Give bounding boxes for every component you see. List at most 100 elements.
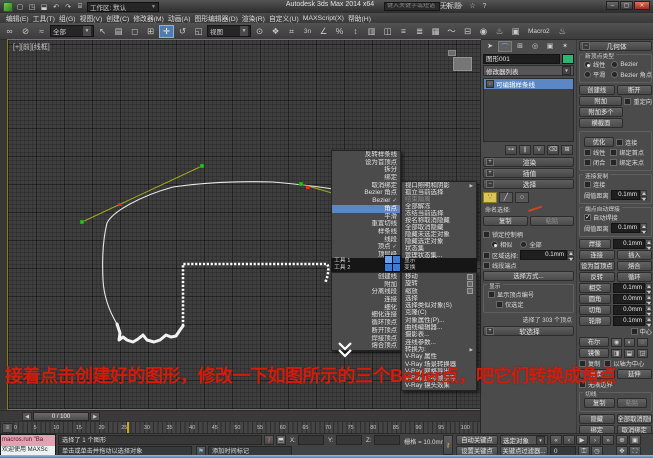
boolean-union-icon[interactable]: ◉ — [611, 338, 622, 347]
boolean-subtract-icon[interactable]: ◐ — [624, 338, 635, 347]
auto-weld-threshold-spinner[interactable]: 0.1mm — [611, 223, 647, 233]
project-folder-icon[interactable]: ⌸ — [75, 2, 85, 12]
select-and-link-icon[interactable]: ∞ — [2, 25, 17, 38]
vertex-subobject-icon[interactable]: ∵ — [483, 192, 497, 203]
open-file-icon[interactable]: ◳ — [27, 2, 37, 12]
object-name-field[interactable]: 图形001 — [483, 54, 560, 64]
menu-item-detach-segment[interactable]: 分离线段 — [332, 288, 400, 296]
unhide-all-button[interactable]: 全部取消隐藏 — [617, 414, 653, 424]
go-to-start-icon[interactable]: « — [550, 435, 562, 445]
spline-subobject-icon[interactable]: ○ — [515, 192, 529, 203]
help-icon[interactable]: ? — [479, 2, 490, 11]
menu-graph-editors[interactable]: 图形编辑器(D) — [195, 13, 238, 23]
bind-first-checkbox[interactable] — [610, 149, 617, 156]
modifier-stack[interactable]: ◦ 可编辑样条线 — [483, 78, 574, 142]
menu-item-break-vertices[interactable]: 断开顶点 — [332, 327, 400, 335]
scale-settings-icon[interactable] — [467, 288, 473, 294]
mirror-both-icon[interactable]: ◲ — [637, 349, 648, 358]
create-line-button[interactable]: 创建线 — [579, 85, 615, 95]
graphite-ribbon-icon[interactable]: ▦ — [428, 25, 443, 38]
spinner-snap-icon[interactable]: ↕ — [348, 25, 363, 38]
show-end-result-icon[interactable]: ∥ — [519, 145, 531, 155]
menu-item-select-similar[interactable]: 选择类似对象(S) — [402, 302, 476, 309]
z-coordinate-field[interactable] — [374, 435, 400, 445]
mirror-horizontal-icon[interactable]: ◨ — [611, 349, 622, 358]
go-to-end-icon[interactable]: » — [602, 435, 614, 445]
selection-set-dropdown[interactable]: 选定对象 ▼ — [500, 435, 548, 445]
automatic-welding-checkbox[interactable] — [584, 214, 591, 221]
mirror-vertical-icon[interactable]: ⬓ — [624, 349, 635, 358]
y-coordinate-field[interactable] — [336, 435, 362, 445]
play-icon[interactable]: ▶ — [576, 435, 588, 445]
zoom-icon[interactable]: ⊕ — [616, 435, 628, 445]
menu-item-clone[interactable]: 克隆(C) — [402, 309, 476, 316]
menu-item-unfreeze-all[interactable]: 全部解冻 — [402, 203, 476, 210]
menu-item-unhide-all[interactable]: 全部取消隐藏 — [402, 224, 476, 231]
menu-maxscript[interactable]: MAXScript(X) — [303, 15, 344, 22]
attach-multiple-button[interactable]: 附加多个 — [579, 107, 623, 117]
bind-last-checkbox[interactable] — [610, 159, 617, 166]
copy-named-selection-button[interactable]: 复制 — [483, 216, 528, 226]
menu-modifiers[interactable]: 修改器(M) — [133, 13, 164, 23]
insert-button[interactable]: 插入 — [617, 250, 653, 260]
tab-utilities-icon[interactable]: ✶ — [558, 41, 572, 52]
move-settings-icon[interactable] — [467, 274, 473, 280]
tab-create-icon[interactable]: ➤ — [483, 41, 497, 52]
menu-item-reset-tangents[interactable]: 重置切线 — [332, 220, 400, 228]
rectangular-selection-region-icon[interactable]: ◻ — [127, 25, 142, 38]
menu-item-create-line[interactable]: 创建线 — [332, 273, 400, 281]
rendered-frame-icon[interactable]: ▣ — [508, 25, 523, 38]
menu-customize[interactable]: 自定义(U) — [269, 13, 299, 23]
zoom-extents-icon[interactable]: ▣ — [629, 435, 641, 445]
menu-item-object-properties[interactable]: 对象属性(P)... — [402, 317, 476, 324]
unbind-button[interactable]: 取消绑定 — [617, 425, 653, 433]
menu-item-vertex[interactable]: 顶点 — [332, 243, 400, 251]
frame-back-arrow[interactable]: ◀ — [22, 412, 32, 421]
menu-animation[interactable]: 动画(A) — [168, 13, 191, 23]
rollout-interpolation[interactable]: +插值 — [483, 168, 574, 178]
make-first-button[interactable]: 设为首顶点 — [579, 261, 615, 271]
search-icon[interactable]: ⚲ — [443, 2, 454, 11]
menu-item-unbind[interactable]: 取消绑定 — [332, 182, 400, 190]
stack-item-editable-spline[interactable]: ◦ 可编辑样条线 — [484, 79, 573, 89]
menu-item-unhide-by-name[interactable]: 按名称取消隐藏 — [402, 217, 476, 224]
fuse-button[interactable]: 熔合 — [617, 261, 653, 271]
menu-item-attach[interactable]: 附加 — [332, 281, 400, 289]
tab-hierarchy-icon[interactable]: ⊞ — [513, 41, 527, 52]
align-icon[interactable]: ≡ — [396, 25, 411, 38]
menu-item-convert-to[interactable]: 转换为:▶ — [402, 346, 476, 353]
frame-forward-arrow[interactable]: ▶ — [90, 412, 100, 421]
menu-tools[interactable]: 工具(T) — [33, 13, 55, 23]
material-editor-icon[interactable]: ◉ — [476, 25, 491, 38]
render-production-teapot-icon[interactable]: ♨ — [555, 25, 570, 38]
menu-item-corner-highlighted[interactable]: 角点 — [332, 205, 400, 213]
menu-edit[interactable]: 编辑(E) — [6, 13, 29, 23]
time-slider-handle[interactable]: 0 / 100 — [33, 412, 89, 421]
closed-checkbox[interactable] — [584, 159, 591, 166]
menu-item-bezier[interactable]: Bezier — [332, 197, 400, 205]
menu-item-hide-selection[interactable]: 隐藏选定对象 — [402, 238, 476, 245]
menu-item-refine[interactable]: 细化 — [332, 304, 400, 312]
area-threshold-spinner[interactable]: 0.1mm — [520, 250, 574, 260]
connect-checkbox[interactable] — [616, 139, 623, 146]
bezier-handle-line-1[interactable] — [82, 166, 202, 222]
menu-rendering[interactable]: 渲染(R) — [242, 13, 265, 23]
menu-item-refine-connect[interactable]: 细化连接 — [332, 311, 400, 319]
menu-item-freeze-selection[interactable]: 冻结当前选择 — [402, 210, 476, 217]
area-selection-checkbox[interactable] — [483, 252, 490, 259]
break-button[interactable]: 断开 — [617, 85, 653, 95]
viewcube-home-icon[interactable] — [448, 50, 456, 56]
bind-button[interactable]: 绑定 — [579, 425, 615, 433]
select-and-manipulate-icon[interactable]: ❖ — [268, 25, 283, 38]
menu-item-connect[interactable]: 连接 — [332, 296, 400, 304]
selection-filter-dropdown[interactable]: 全部 ▼ — [50, 25, 94, 37]
previous-frame-icon[interactable]: ‹ — [563, 435, 575, 445]
x-coordinate-field[interactable] — [298, 435, 324, 445]
track-bar[interactable]: ≡ 05101520253035404550556065707580859095… — [0, 421, 480, 433]
paste-tangent-button[interactable]: 粘贴 — [617, 398, 648, 408]
app-logo-icon[interactable] — [3, 2, 13, 12]
tab-motion-icon[interactable]: ◎ — [528, 41, 542, 52]
menu-item-bind[interactable]: 绑定 — [332, 174, 400, 182]
menu-item-cycle-vertices[interactable]: 循环顶点 — [332, 319, 400, 327]
menu-item-reverse-spline[interactable]: 反转样条线 — [332, 151, 400, 159]
